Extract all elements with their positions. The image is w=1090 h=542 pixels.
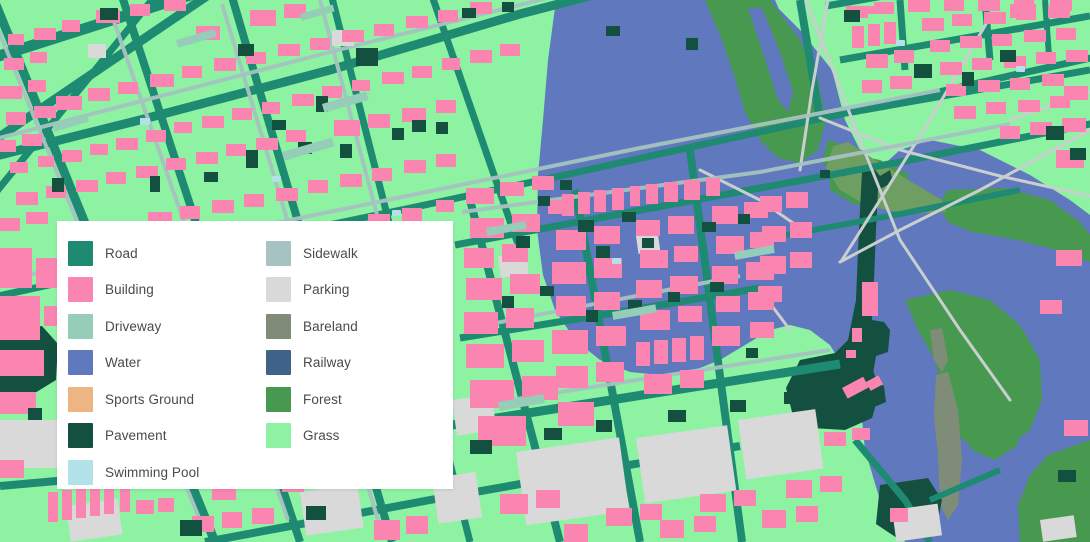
swatch-road xyxy=(68,240,93,266)
legend-label-forest: Forest xyxy=(303,391,342,407)
legend-label-parking: Parking xyxy=(303,282,350,297)
swatch-swimming-pool xyxy=(68,459,93,485)
swatch-sports-ground xyxy=(68,386,93,412)
legend-item-bareland[interactable]: Bareland xyxy=(266,308,453,345)
legend-label-railway: Railway xyxy=(303,355,351,370)
legend-item-railway[interactable]: Railway xyxy=(266,345,453,382)
legend-item-building[interactable]: Building xyxy=(68,272,255,309)
swatch-railway xyxy=(266,350,291,376)
legend-label-building: Building xyxy=(105,282,154,297)
legend-item-driveway[interactable]: Driveway xyxy=(68,308,255,345)
legend-label-water: Water xyxy=(105,355,142,370)
swatch-driveway xyxy=(68,313,93,339)
legend-item-water[interactable]: Water xyxy=(68,345,255,382)
swatch-grass xyxy=(266,423,291,449)
legend-label-bareland: Bareland xyxy=(303,318,358,334)
legend-item-grass[interactable]: Grass xyxy=(266,418,453,455)
legend-item-forest[interactable]: Forest xyxy=(266,381,453,418)
swatch-forest xyxy=(266,386,291,412)
legend-label-swimming-pool: Swimming Pool xyxy=(105,464,200,480)
swatch-parking xyxy=(266,277,291,303)
legend-label-sports-ground: Sports Ground xyxy=(105,391,195,407)
swatch-sidewalk xyxy=(266,240,291,266)
swatch-bareland xyxy=(266,313,291,339)
swatch-pavement xyxy=(68,423,93,449)
legend-label-grass: Grass xyxy=(303,428,340,443)
legend-column-left: Road Building Driveway Water Sports Grou… xyxy=(57,235,255,489)
legend-label-road: Road xyxy=(105,245,138,261)
legend-column-right: Sidewalk Parking Bareland Railway Forest xyxy=(255,235,453,489)
legend-item-sports-ground[interactable]: Sports Ground xyxy=(68,381,255,418)
legend-item-pavement[interactable]: Pavement xyxy=(68,418,255,455)
swatch-water xyxy=(68,350,93,376)
legend-item-road[interactable]: Road xyxy=(68,235,255,272)
map-legend-panel: Road Building Driveway Water Sports Grou… xyxy=(57,221,453,489)
legend-label-pavement: Pavement xyxy=(105,428,167,443)
legend-item-sidewalk[interactable]: Sidewalk xyxy=(266,235,453,272)
legend-label-driveway: Driveway xyxy=(105,318,162,334)
map-viewport[interactable]: Road Building Driveway Water Sports Grou… xyxy=(0,0,1090,542)
swatch-building xyxy=(68,277,93,303)
legend-label-sidewalk: Sidewalk xyxy=(303,245,358,261)
legend-item-swimming-pool[interactable]: Swimming Pool xyxy=(68,454,255,491)
legend-item-parking[interactable]: Parking xyxy=(266,272,453,309)
